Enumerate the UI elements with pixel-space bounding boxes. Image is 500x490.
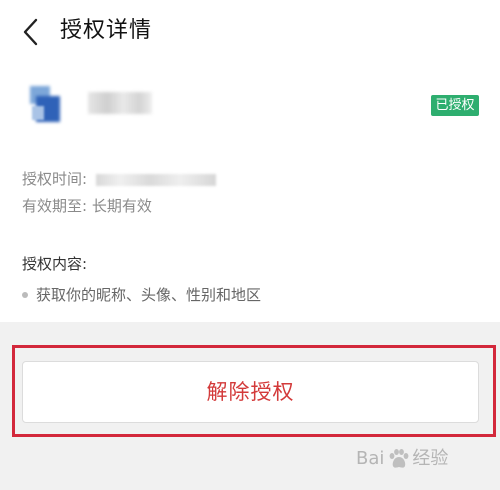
watermark-prefix: Bai (356, 448, 385, 469)
chevron-left-icon (23, 18, 38, 46)
app-name-redacted (88, 92, 152, 114)
status-badge: 已授权 (431, 95, 479, 116)
validity-value: 长期有效 (91, 197, 152, 215)
app-logo-icon (30, 86, 60, 122)
authorization-time: 授权时间: (22, 167, 216, 191)
revoke-authorization-button[interactable]: 解除授权 (22, 361, 479, 423)
watermark-suffix: 经验 (412, 448, 449, 469)
authorization-time-redacted (95, 173, 216, 186)
watermark: Bai 经验 (356, 436, 496, 482)
permission-item: 获取你的昵称、头像、性别和地区 (22, 283, 261, 307)
bullet-icon (22, 291, 28, 298)
validity-period: 有效期至: 长期有效 (22, 194, 152, 218)
header-bar: 授权详情 (0, 0, 500, 64)
app-info-row (0, 80, 500, 132)
back-button[interactable] (14, 14, 50, 50)
validity-label: 有效期至: (22, 197, 92, 215)
permissions-heading: 授权内容: (22, 255, 88, 273)
authorization-time-label: 授权时间: (22, 170, 92, 188)
permission-item-label: 获取你的昵称、头像、性别和地区 (36, 286, 262, 304)
page-title: 授权详情 (60, 18, 153, 43)
paw-icon (389, 449, 409, 468)
